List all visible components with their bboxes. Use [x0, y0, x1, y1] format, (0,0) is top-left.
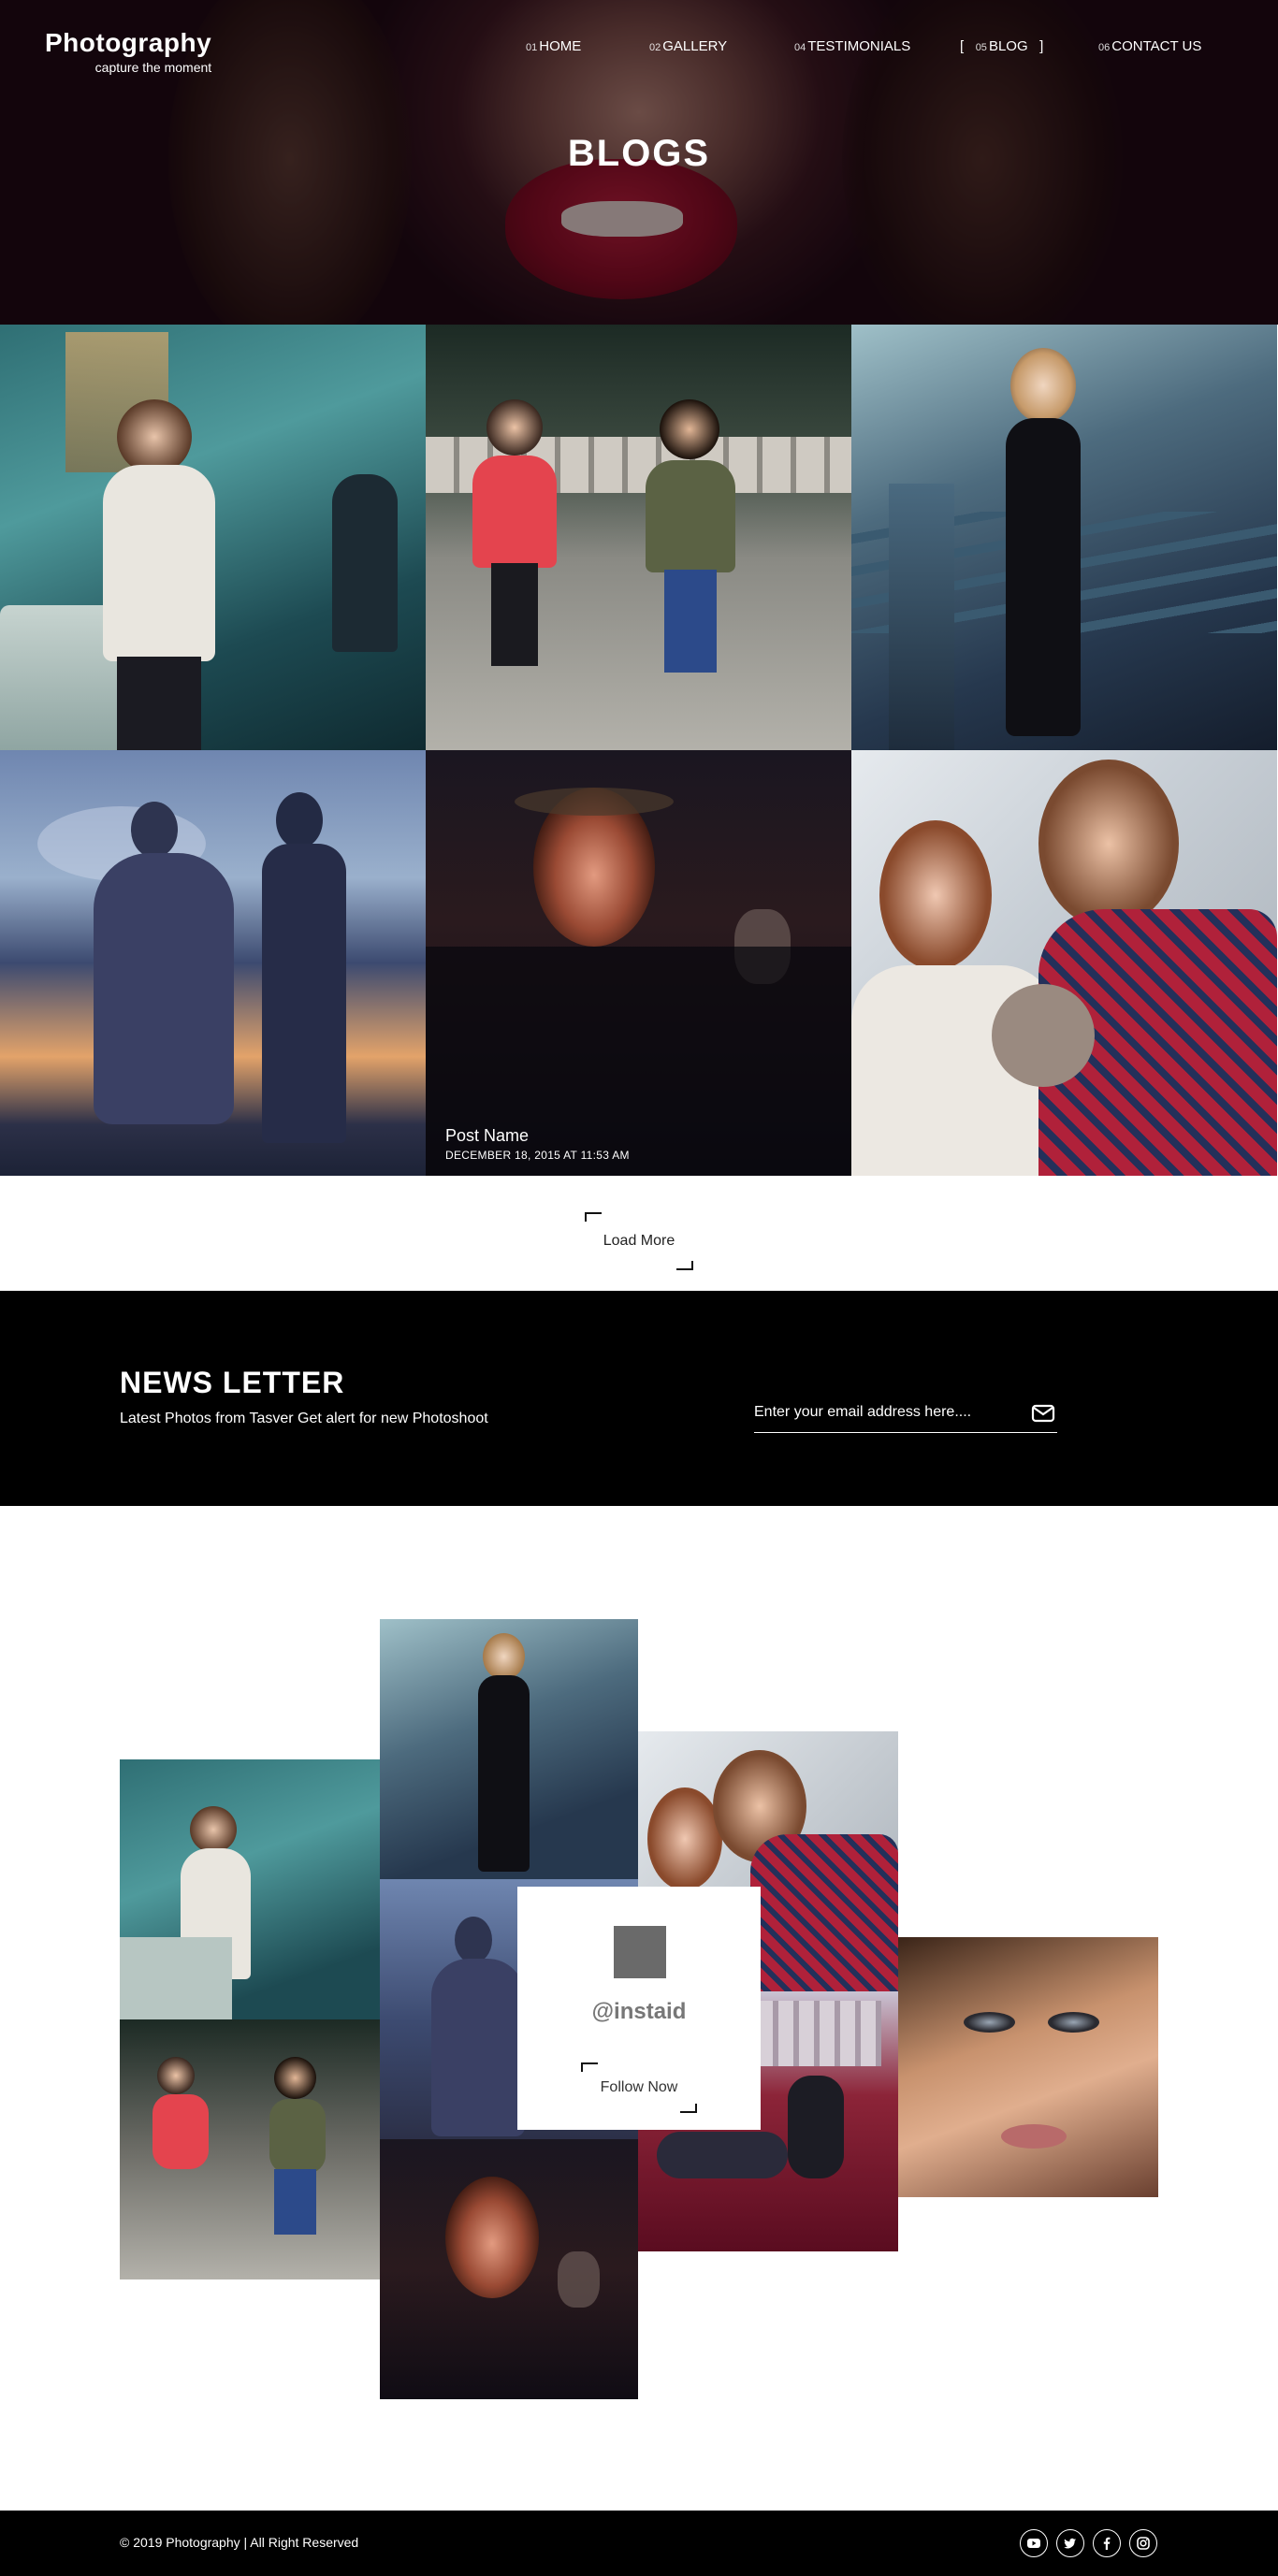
nav-label: CONTACT US: [1111, 38, 1202, 54]
copyright-text: © 2019 Photography | All Right Reserved: [120, 2535, 359, 2550]
photo-figure: [750, 1834, 898, 1991]
gallery-post-card[interactable]: Post Name DECEMBER 18, 2015 AT 11:53 AM: [426, 750, 851, 1176]
photo-crown: [515, 788, 674, 816]
nav-active-bracket: ]: [1039, 38, 1044, 54]
photo-figure: [332, 474, 398, 652]
photo-figure: [472, 456, 557, 568]
photo-face: [487, 399, 543, 456]
photo-face: [647, 1787, 722, 1890]
photo-face: [190, 1806, 237, 1853]
main-nav: 01 HOME 02 GALLERY 04 TESTIMONIALS [ 05 BLOG…: [0, 38, 1278, 59]
photo-figure: [117, 657, 201, 750]
nav-number: 04: [794, 42, 806, 53]
brand-tagline: capture the moment: [94, 60, 212, 75]
instagram-handle[interactable]: @instaid: [517, 1999, 761, 2025]
photo-figure: [491, 563, 538, 666]
photo-pillar: [889, 484, 954, 750]
photo-figure: [152, 2094, 209, 2169]
photo-eye: [964, 2012, 1015, 2033]
instagram-photo[interactable]: [120, 1759, 380, 2019]
photo-figure: [664, 570, 717, 673]
nav-label: TESTIMONIALS: [807, 38, 911, 54]
photo-face: [157, 2057, 195, 2094]
nav-active-bracket: [: [960, 38, 965, 54]
load-more-button[interactable]: Load More: [585, 1212, 693, 1270]
photo-eye: [1048, 2012, 1099, 2033]
photo-figure: [276, 792, 323, 848]
photo-face: [660, 399, 719, 459]
instagram-photo[interactable]: [898, 1937, 1158, 2197]
nav-label: BLOG: [988, 38, 1028, 54]
nav-item-contact[interactable]: 06 CONTACT US: [1098, 38, 1201, 54]
newsletter-subtitle: Latest Photos from Tasver Get alert for …: [120, 1411, 488, 1426]
nav-item-blog[interactable]: [ 05 BLOG ]: [960, 38, 1043, 54]
nav-item-testimonials[interactable]: 04 TESTIMONIALS: [794, 38, 910, 54]
photo-face: [879, 820, 992, 970]
nav-number: 01: [526, 42, 538, 53]
photo-face: [1038, 760, 1179, 928]
instagram-collage: @instaid Follow Now: [0, 1506, 1278, 2511]
nav-number: 06: [1098, 42, 1111, 53]
newsletter-section: NEWS LETTER Latest Photos from Tasver Ge…: [0, 1291, 1278, 1506]
newsletter-form: [754, 1394, 1057, 1433]
gallery-photo[interactable]: [851, 750, 1277, 1176]
photo-figure: [262, 844, 346, 1143]
page: Photography capture the moment 01 HOME 02…: [0, 0, 1278, 2576]
photo-teddy: [992, 984, 1095, 1087]
nav-item-home[interactable]: 01 HOME: [526, 38, 581, 54]
instagram-profile-card: @instaid Follow Now: [517, 1887, 761, 2130]
gallery-photo[interactable]: [426, 325, 851, 750]
nav-label: GALLERY: [662, 38, 728, 54]
photo-figure: [788, 2076, 844, 2178]
email-field[interactable]: [754, 1394, 1016, 1431]
photo-figure: [646, 460, 735, 572]
load-more-wrapper: Load More: [585, 1212, 693, 1270]
newsletter-title: NEWS LETTER: [120, 1366, 345, 1399]
photo-figure: [657, 2132, 788, 2178]
photo-figure: [131, 802, 178, 858]
post-name[interactable]: Post Name: [445, 1126, 529, 1146]
instagram-photo[interactable]: [120, 2019, 380, 2279]
photo-figure: [103, 465, 215, 661]
instagram-icon[interactable]: [1129, 2529, 1157, 2557]
instagram-photo[interactable]: [380, 2139, 638, 2399]
photo-figure: [478, 1675, 530, 1872]
nav-number: 02: [649, 42, 661, 53]
photo-figure: [274, 2169, 316, 2235]
gallery-photo[interactable]: [0, 325, 426, 750]
instagram-photo[interactable]: [380, 1619, 638, 1879]
footer: © 2019 Photography | All Right Reserved: [0, 2511, 1278, 2576]
blog-gallery-grid: Post Name DECEMBER 18, 2015 AT 11:53 AM: [0, 325, 1278, 1176]
nav-item-gallery[interactable]: 02 GALLERY: [649, 38, 727, 54]
post-date: DECEMBER 18, 2015 AT 11:53 AM: [445, 1149, 630, 1162]
photo-figure: [269, 2099, 326, 2174]
twitter-icon[interactable]: [1056, 2529, 1084, 2557]
gallery-photo[interactable]: [851, 325, 1277, 750]
envelope-icon[interactable]: [1029, 1399, 1057, 1427]
nav-label: HOME: [539, 38, 582, 54]
instagram-avatar: [614, 1926, 666, 1978]
photo-face: [274, 2057, 316, 2099]
photo-face: [483, 1633, 525, 1680]
photo-glass: [558, 2251, 600, 2308]
photo-face: [1010, 348, 1076, 423]
photo-figure: [455, 1917, 492, 1963]
photo-face: [445, 2177, 539, 2298]
youtube-icon[interactable]: [1020, 2529, 1048, 2557]
gallery-photo[interactable]: [0, 750, 426, 1176]
photo-figure: [94, 853, 234, 1124]
follow-now-button[interactable]: Follow Now: [581, 2062, 697, 2113]
photo-lips: [1001, 2124, 1067, 2149]
photo-figure: [1006, 418, 1081, 736]
facebook-icon[interactable]: [1093, 2529, 1121, 2557]
hero-header: Photography capture the moment 01 HOME 02…: [0, 0, 1278, 325]
photo-railing: [120, 1937, 232, 2019]
follow-wrapper: Follow Now: [581, 2062, 697, 2113]
page-title: BLOGS: [567, 133, 711, 174]
nav-number: 05: [975, 42, 987, 53]
photo-face: [117, 399, 192, 474]
photo-figure: [431, 1959, 525, 2136]
